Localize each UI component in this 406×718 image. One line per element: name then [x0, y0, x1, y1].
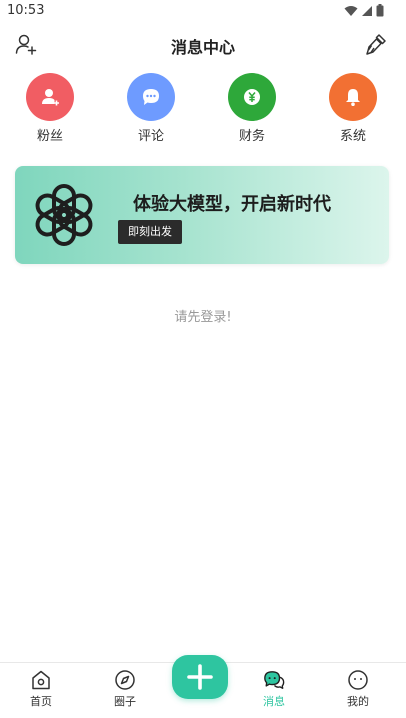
quick-action-label: 财务: [238, 129, 265, 144]
status-bar: 10:53: [0, 0, 406, 24]
page-title: 消息中心: [170, 38, 235, 57]
banner-title: 体验大模型，开启新时代: [133, 194, 331, 215]
clear-messages-button[interactable]: [362, 30, 390, 58]
bottom-nav: 首页 圈子 消息 我的: [0, 655, 406, 718]
create-post-button[interactable]: [172, 655, 228, 699]
nav-label: 圈子: [114, 695, 136, 708]
quick-action-label: 粉丝: [36, 129, 63, 144]
nav-label: 我的: [347, 695, 369, 708]
ai-model-banner[interactable]: 体验大模型，开启新时代 即刻出发: [15, 166, 389, 264]
quick-action-comments[interactable]: 评论: [121, 73, 181, 144]
nav-label: 首页: [30, 695, 52, 708]
comment-icon: [127, 73, 175, 121]
start-now-button[interactable]: 即刻出发: [118, 220, 182, 244]
header: 消息中心: [0, 26, 406, 62]
login-hint[interactable]: 请先登录!: [0, 306, 406, 325]
wifi-icon: [344, 5, 358, 16]
bell-icon: [329, 73, 377, 121]
quick-action-system[interactable]: 系统: [323, 73, 383, 144]
status-time: 10:53: [7, 3, 45, 18]
nav-home[interactable]: 首页: [11, 669, 71, 709]
ai-logo-icon: [35, 184, 93, 246]
fans-icon: [26, 73, 74, 121]
quick-action-label: 评论: [137, 129, 164, 144]
broom-icon: [366, 34, 386, 55]
nav-label: 消息: [263, 695, 285, 708]
plus-icon: [187, 664, 213, 690]
quick-action-finance[interactable]: 财务: [222, 73, 282, 144]
quick-action-label: 系统: [339, 129, 366, 144]
home-icon: [30, 669, 52, 691]
message-icon: [263, 669, 285, 691]
quick-action-fans[interactable]: 粉丝: [20, 73, 80, 144]
profile-icon: [347, 669, 369, 691]
battery-icon: [376, 4, 384, 17]
status-icons: [344, 4, 384, 17]
quick-actions: 粉丝 评论 财务 系统: [0, 73, 406, 145]
compass-icon: [114, 669, 136, 691]
signal-icon: [362, 5, 372, 16]
nav-circle[interactable]: 圈子: [95, 669, 155, 709]
nav-profile[interactable]: 我的: [328, 669, 388, 709]
finance-icon: [228, 73, 276, 121]
nav-messages[interactable]: 消息: [244, 669, 304, 709]
